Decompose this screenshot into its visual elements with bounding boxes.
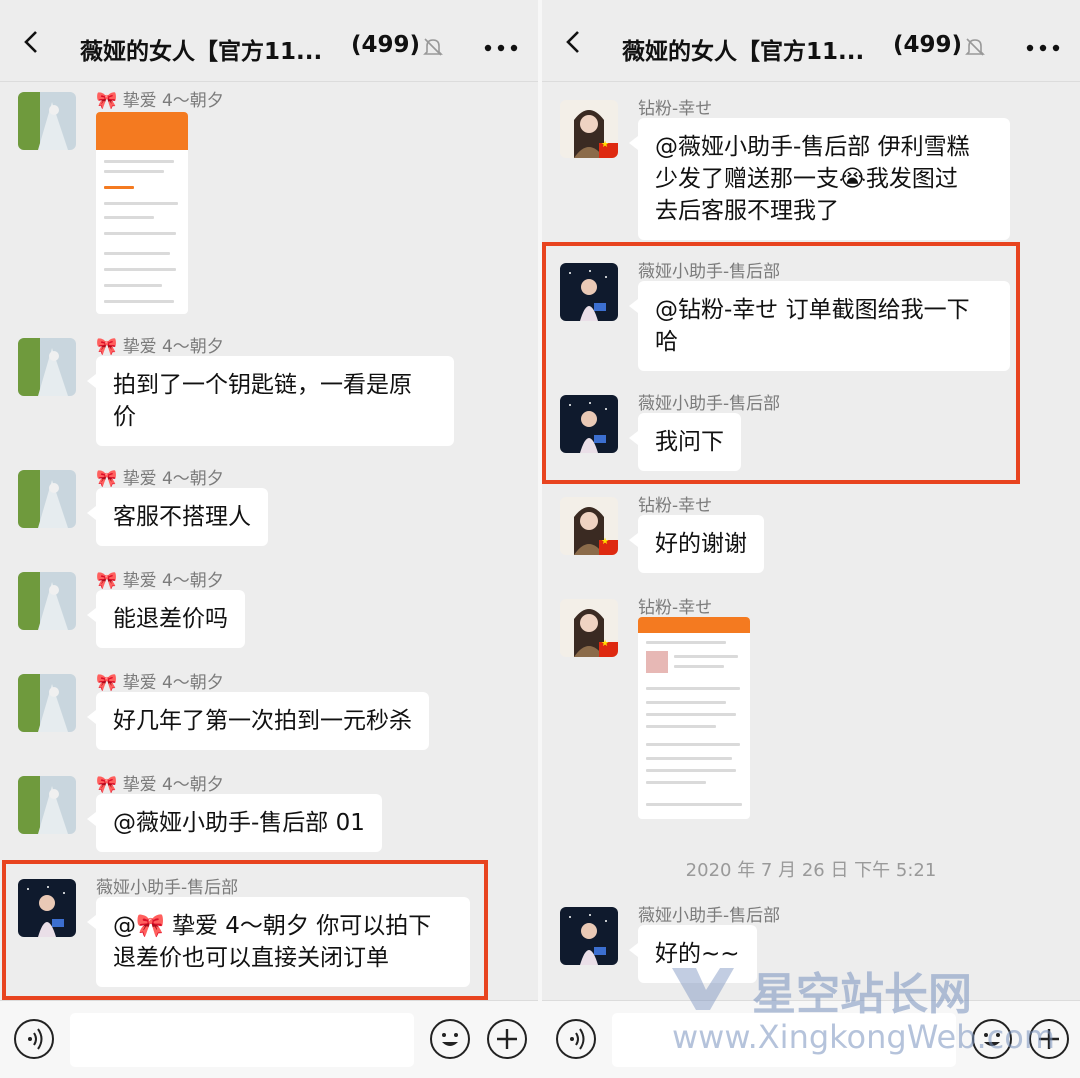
watermark-logo-icon (672, 968, 734, 1010)
sender-name: 🎀 挚爱 4～朝夕 (96, 91, 224, 111)
message-text: 好的谢谢 (655, 531, 747, 557)
watermark-url: www.XingkongWeb.com (672, 1018, 1055, 1056)
mute-bell-icon (423, 38, 443, 56)
avatar[interactable] (560, 497, 618, 555)
message-bubble[interactable]: 拍到了一个钥匙链，一看是原 价 (87, 356, 454, 446)
message-bubble[interactable]: @🎀 挚爱 4～朝夕 你可以拍下 退差价也可以直接关闭订单 (87, 897, 470, 987)
more-dots-icon[interactable] (1026, 44, 1060, 52)
chat-title: 薇娅的女人【官方11... (80, 39, 323, 65)
back-arrow-icon[interactable] (20, 30, 44, 54)
watermark-brand: 星空站长网 (752, 969, 972, 1020)
member-count: (499) (351, 32, 421, 58)
avatar[interactable] (18, 92, 76, 150)
message-text: 少发了赠送那一支😭我发图过 (655, 166, 958, 192)
message-bubble[interactable]: @薇娅小助手-售后部 01 (87, 794, 382, 852)
sender-name: 🎀 挚爱 4～朝夕 (96, 775, 224, 795)
message-text: @🎀 挚爱 4～朝夕 你可以拍下 (113, 913, 432, 939)
message-text: 价 (113, 404, 136, 430)
avatar[interactable] (560, 100, 618, 158)
voice-icon[interactable] (556, 1019, 596, 1059)
message-text: 能退差价吗 (113, 606, 228, 632)
avatar[interactable] (560, 395, 618, 453)
message-text: 哈 (655, 329, 678, 355)
message-text: @薇娅小助手-售后部 伊利雪糕 (655, 134, 970, 160)
avatar[interactable] (18, 338, 76, 396)
message-text: 退差价也可以直接关闭订单 (113, 945, 389, 971)
avatar[interactable] (18, 470, 76, 528)
avatar[interactable] (18, 776, 76, 834)
flag-icon (599, 639, 618, 657)
chat-header: 薇娅的女人【官方11... (499) (0, 0, 538, 82)
avatar[interactable] (18, 572, 76, 630)
avatar[interactable] (560, 907, 618, 965)
sender-name: 🎀 挚爱 4～朝夕 (96, 337, 224, 357)
message-bubble[interactable]: 好几年了第一次拍到一元秒杀 (87, 692, 429, 750)
order-screenshot-image[interactable] (638, 617, 750, 819)
message-bubble[interactable]: @薇娅小助手-售后部 伊利雪糕 少发了赠送那一支😭我发图过 去后客服不理我了 (629, 118, 1010, 240)
left-chat-screen: 薇娅的女人【官方11... (499) 🎀 挚爱 4～朝夕 🎀 挚爱 4～朝夕 … (0, 0, 538, 1078)
chat-header: 薇娅的女人【官方11... (499) (542, 0, 1080, 82)
message-bubble[interactable]: 好的谢谢 (629, 515, 764, 573)
avatar[interactable] (18, 879, 76, 937)
avatar[interactable] (560, 599, 618, 657)
message-timestamp: 2020 年 7 月 26 日 下午 5:21 (685, 860, 937, 881)
sender-name: 薇娅小助手-售后部 (638, 262, 781, 282)
message-text: 好几年了第一次拍到一元秒杀 (113, 708, 412, 734)
sender-name: 钻粉-幸せ (638, 496, 713, 516)
message-text: 拍到了一个钥匙链，一看是原 (113, 372, 412, 398)
sender-name: 薇娅小助手-售后部 (638, 906, 781, 926)
chat-input-bar (0, 1000, 538, 1078)
message-bubble[interactable]: 能退差价吗 (87, 590, 245, 648)
message-input[interactable] (70, 1013, 414, 1067)
flag-icon (599, 140, 618, 158)
sender-name: 薇娅小助手-售后部 (638, 394, 781, 414)
voice-icon[interactable] (14, 1019, 54, 1059)
sender-name: 🎀 挚爱 4～朝夕 (96, 673, 224, 693)
message-bubble[interactable]: @钻粉-幸せ 订单截图给我一下 哈 (629, 281, 1010, 371)
avatar[interactable] (560, 263, 618, 321)
emoji-icon[interactable] (430, 1019, 470, 1059)
plus-icon[interactable] (487, 1019, 527, 1059)
chat-title: 薇娅的女人【官方11... (622, 39, 865, 65)
mute-bell-icon (965, 38, 985, 56)
order-screenshot-image[interactable] (96, 112, 188, 314)
sender-name: 钻粉-幸せ (638, 99, 713, 119)
right-chat-screen: 薇娅的女人【官方11... (499) 钻粉-幸せ @薇娅小助手-售后部 伊利雪… (542, 0, 1080, 1078)
back-arrow-icon[interactable] (562, 30, 586, 54)
member-count: (499) (893, 32, 963, 58)
sender-name: 🎀 挚爱 4～朝夕 (96, 469, 224, 489)
message-text: 客服不搭理人 (113, 504, 251, 530)
sender-name: 钻粉-幸せ (638, 598, 713, 618)
message-text: 去后客服不理我了 (655, 198, 839, 224)
flag-icon (599, 537, 618, 555)
sender-name: 薇娅小助手-售后部 (96, 878, 239, 898)
message-text: @钻粉-幸せ 订单截图给我一下 (655, 297, 970, 323)
sender-name: 🎀 挚爱 4～朝夕 (96, 571, 224, 591)
message-text: 我问下 (655, 429, 724, 455)
more-dots-icon[interactable] (484, 44, 518, 52)
avatar[interactable] (18, 674, 76, 732)
message-bubble[interactable]: 客服不搭理人 (87, 488, 268, 546)
message-text: @薇娅小助手-售后部 01 (113, 810, 365, 836)
message-bubble[interactable]: 我问下 (629, 413, 741, 471)
